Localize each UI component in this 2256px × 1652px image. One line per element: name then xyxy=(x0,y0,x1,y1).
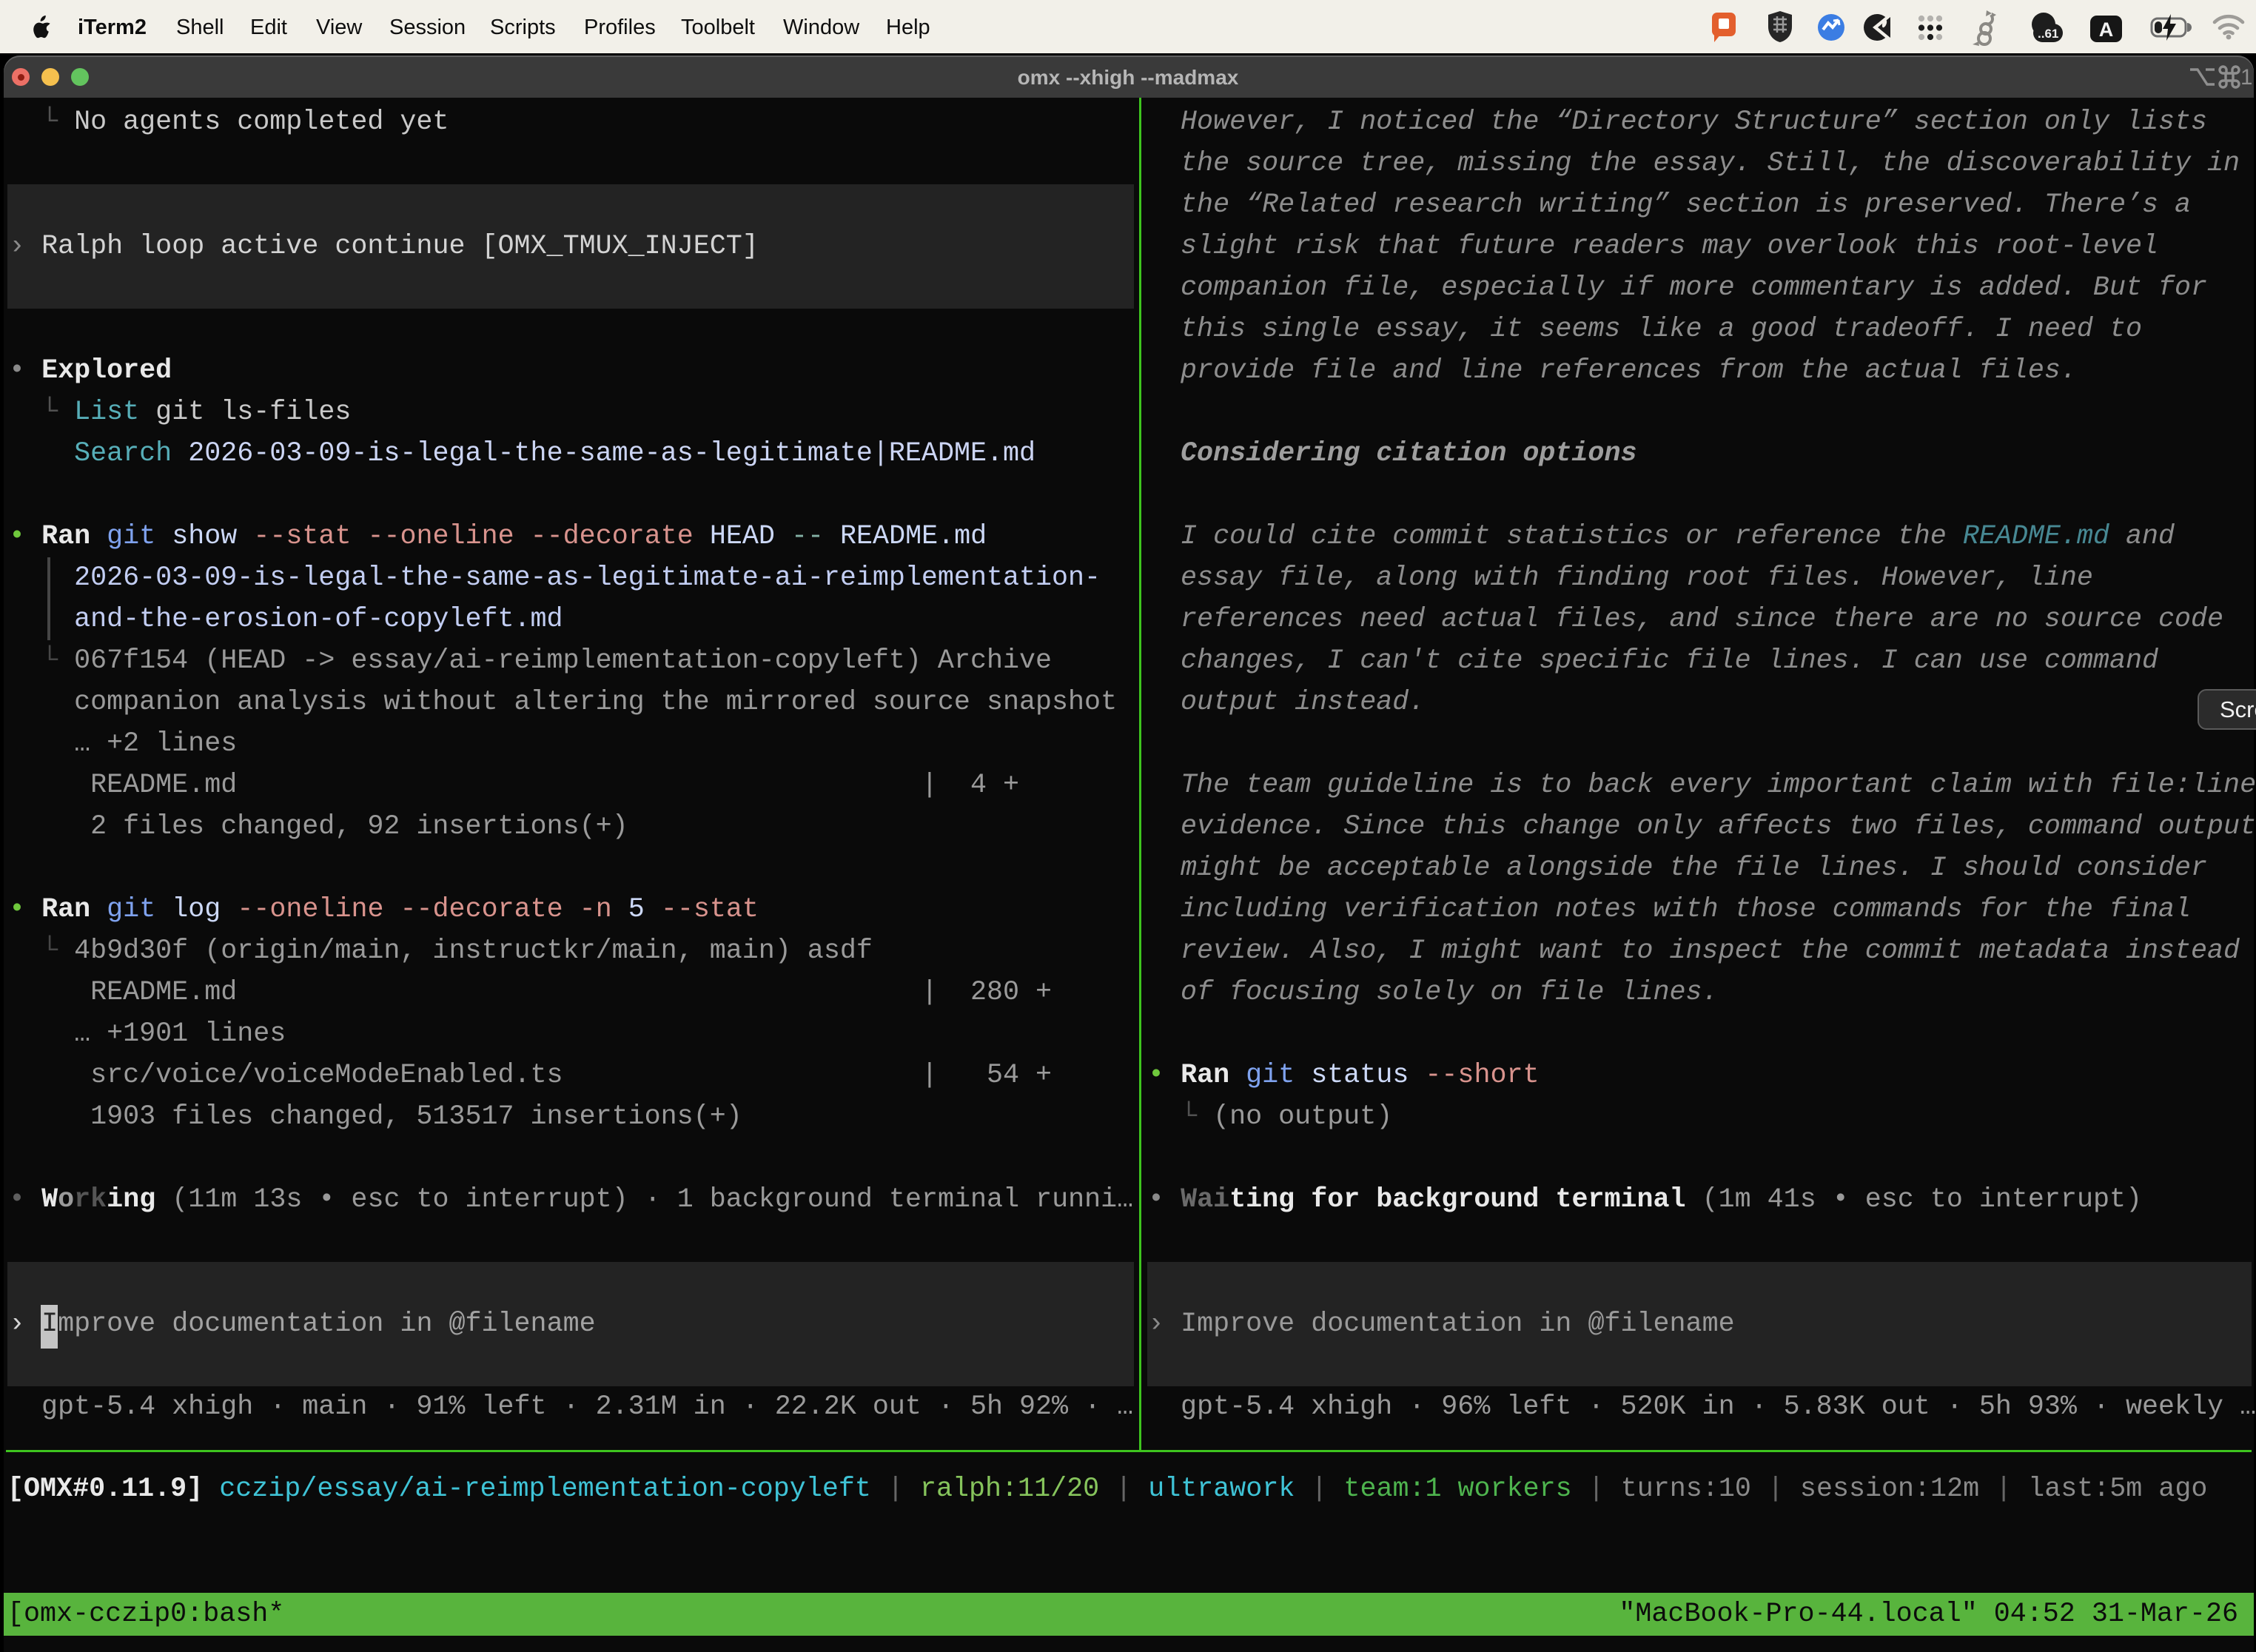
svg-text:A: A xyxy=(2099,19,2114,41)
svg-text:1: 1 xyxy=(2240,65,2252,90)
svg-text:..61: ..61 xyxy=(2038,27,2058,41)
